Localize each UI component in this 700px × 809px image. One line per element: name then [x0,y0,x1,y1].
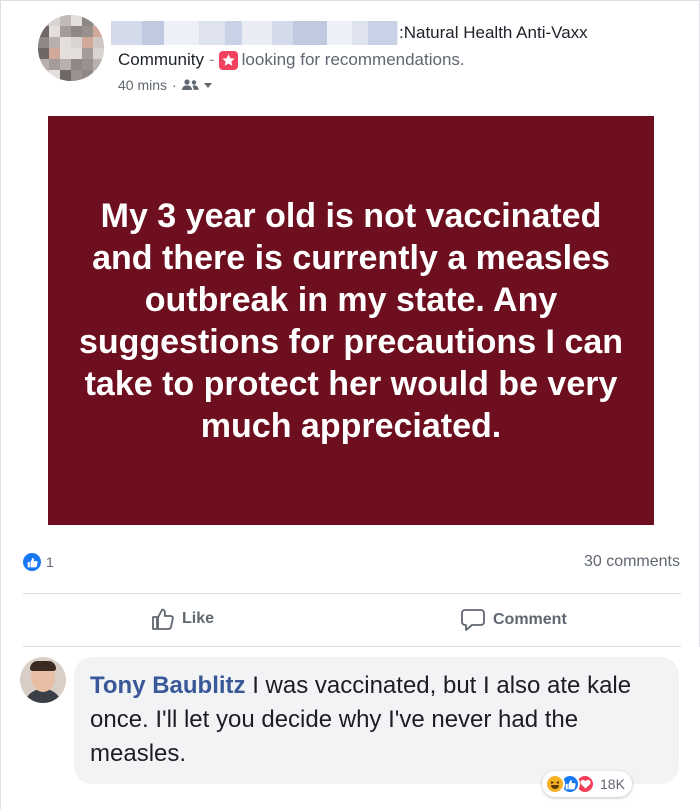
pixel-block [38,15,49,26]
pixel-block [71,48,82,59]
pixel-block [71,37,82,48]
pixel-block [60,37,71,48]
group-community-label[interactable]: Community [118,50,204,70]
pixel-block [38,48,49,59]
pixel-block [82,48,93,59]
comment-reaction-count: 18K [600,776,625,792]
pixel-block [60,59,71,70]
pixel-block [60,70,71,81]
recommendation-badge-icon [218,50,238,70]
pixel-block [93,26,104,37]
comment-button-label: Comment [493,611,567,628]
group-activity-line: Community - looking for recommendations. [118,50,465,70]
pixel-block [49,59,60,70]
pixel-block [93,15,104,26]
pixel-block [71,70,82,81]
pixel-block [60,15,71,26]
post-timestamp[interactable]: 40 mins [118,77,167,93]
pixel-block [49,15,60,26]
activity-text: looking for recommendations. [241,50,465,69]
haha-icon [545,774,565,794]
like-reaction-icon [23,553,41,571]
commenter-avatar[interactable] [20,657,66,703]
comment-reactions[interactable]: 18K [542,771,632,797]
poster-avatar[interactable] [38,15,104,81]
like-button-label: Like [182,610,215,627]
pixel-block [60,48,71,59]
blur-segment [272,21,293,45]
post-image[interactable]: My 3 year old is not vaccinated and ther… [48,116,654,525]
blur-segment [293,21,327,45]
comment-bubble-icon [461,609,485,631]
pixel-block [38,26,49,37]
pixel-block [38,37,49,48]
comment-bubble: Tony Baublitz I was vaccinated, but I al… [74,657,679,784]
like-button[interactable]: Like [151,608,214,630]
blur-segment [225,21,242,45]
meta-dot: · [172,77,177,93]
blur-segment [242,21,272,45]
pixel-block [49,37,60,48]
pixel-block [60,26,71,37]
group-name[interactable]: :Natural Health Anti-Vaxx [399,23,588,43]
pixel-block [93,48,104,59]
post-reactions[interactable]: 1 [23,553,54,571]
pixel-block [82,15,93,26]
post-meta: 40 mins · [118,77,212,93]
pixel-block [82,70,93,81]
pixel-block [71,15,82,26]
blur-segment [368,21,397,45]
pixel-block [82,26,93,37]
pixel-block [93,59,104,70]
like-count: 1 [46,554,54,570]
pixel-block [71,59,82,70]
blur-segment [111,21,142,45]
blur-segment [199,21,225,45]
pixel-block [71,26,82,37]
pixel-block [93,37,104,48]
pixel-block [82,37,93,48]
friends-icon[interactable] [181,79,199,91]
pixel-block [38,70,49,81]
separator: - [208,50,215,69]
blur-segment [327,21,352,45]
pixel-block [38,59,49,70]
pixel-block [82,59,93,70]
comment-button[interactable]: Comment [460,608,567,632]
comment-author-link[interactable]: Tony Baublitz [90,672,246,699]
chevron-down-icon[interactable] [203,82,212,88]
pixel-block [49,26,60,37]
poster-name-redacted[interactable] [111,21,398,45]
blur-segment [397,21,398,45]
post-image-text: My 3 year old is not vaccinated and ther… [78,196,624,445]
divider [23,593,681,594]
pixel-block [49,70,60,81]
comments-count-link[interactable]: 30 comments [584,553,680,571]
feed-post: :Natural Health Anti-Vaxx Community - lo… [0,0,700,809]
pixel-block [49,48,60,59]
blur-segment [352,21,368,45]
blur-segment [164,21,199,45]
blur-segment [142,21,164,45]
thumbs-up-icon [152,608,174,630]
pixel-block [93,70,104,81]
